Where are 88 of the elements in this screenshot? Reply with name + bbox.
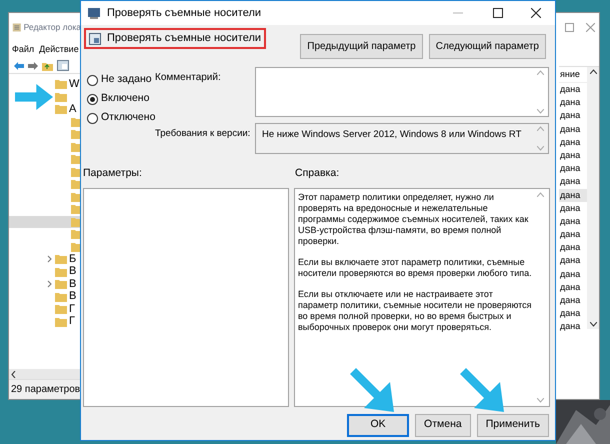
folder-icon [55, 316, 67, 327]
tree-item-label: A [69, 104, 76, 115]
scroll-left-icon[interactable] [11, 370, 16, 378]
folder-icon [55, 104, 67, 114]
pointer-arrow-drawing [15, 84, 53, 110]
folder-icon [55, 79, 67, 90]
tree-item-label: В [69, 291, 76, 302]
status-cell-text: дана [559, 202, 582, 215]
expand-chevron-icon[interactable] [46, 255, 52, 264]
status-cell-text: дана [559, 307, 582, 320]
status-cell-text: дана [559, 228, 582, 242]
status-cell-text: дана [559, 96, 582, 110]
comment-label: Комментарий: [155, 71, 222, 85]
tree-item-label: W [69, 78, 80, 90]
radio-label: Не задано [101, 72, 152, 88]
scroll-down-icon[interactable] [590, 322, 596, 327]
radio-label: Включено [101, 91, 150, 106]
forward-arrow-icon[interactable] [28, 62, 38, 70]
tree-item[interactable]: Г [9, 303, 81, 316]
tree-item-label: Г [69, 304, 75, 315]
folder-icon [55, 254, 67, 264]
radio-button[interactable] [87, 112, 98, 124]
dialog-button[interactable]: Отмена [415, 414, 471, 437]
folder-icon [55, 266, 67, 277]
status-cell-text: дана [559, 162, 582, 176]
policy-icon [87, 6, 101, 20]
dialog-button[interactable]: Применить [476, 414, 549, 437]
expand-chevron-icon[interactable] [46, 280, 52, 288]
help-paragraph: Если вы включаете этот параметр политики, съемные носители проверяются во время проверки любого типа. [298, 256, 533, 279]
tree-item[interactable]: В [9, 266, 81, 278]
tree-item[interactable]: В [9, 290, 81, 303]
pointer-arrow-drawing [350, 368, 394, 412]
radio-button[interactable] [87, 94, 98, 104]
folder-icon [55, 304, 67, 314]
parameters-label: Параметры: [83, 166, 143, 181]
back-arrow-icon[interactable] [14, 62, 24, 70]
tree-item-label: Б [69, 254, 76, 265]
policy-setting-icon [89, 32, 101, 44]
tree-item[interactable]: A [9, 103, 81, 116]
tree-item[interactable]: Г [9, 316, 81, 328]
status-cell-text: дана [559, 294, 582, 307]
tree-item-label: В [69, 266, 76, 278]
folder-icon [55, 292, 67, 302]
status-cell-text: дана [559, 148, 582, 162]
setting-title: Проверять съемные носители [107, 31, 262, 46]
tree-item-label: В [69, 278, 76, 290]
radio-label: Отключено [101, 110, 156, 126]
help-label: Справка: [295, 166, 340, 181]
tree-item[interactable]: W [9, 78, 81, 90]
menu-item[interactable]: Файл [12, 42, 34, 56]
status-cell-text: дана [559, 136, 582, 149]
status-text: 29 параметров [11, 383, 80, 397]
status-cell-text: дана [559, 320, 582, 334]
scroll-up-icon[interactable] [590, 69, 596, 74]
requirements-text: Не ниже Windows Server 2012, Windows 8 или Windows RT [262, 128, 522, 142]
close-icon[interactable] [531, 8, 541, 18]
menu-item[interactable]: Действие [39, 42, 79, 56]
status-cell-text: дана [559, 122, 582, 136]
up-folder-icon[interactable] [42, 60, 53, 70]
requirements-label: Требования к версии: [155, 127, 252, 141]
folder-icon [55, 92, 67, 102]
nav-button[interactable]: Следующий параметр [428, 34, 546, 59]
maximize-icon[interactable] [493, 8, 503, 18]
status-cell-text: дана [559, 280, 582, 294]
status-cell-text: дана [559, 268, 582, 281]
vertical-scrollbar[interactable] [587, 67, 599, 329]
tree-item[interactable] [9, 216, 81, 228]
radio-button[interactable] [87, 74, 98, 86]
status-cell-text: дана [559, 214, 582, 228]
panel-view-icon[interactable] [57, 60, 69, 71]
tree-item-label: Г [69, 316, 75, 328]
tree-item[interactable]: В [9, 278, 81, 290]
status-cell: дана [559, 188, 587, 202]
column-header[interactable]: яние [559, 68, 580, 82]
help-paragraph: Этот параметр политики определяет, нужно ли проверять на вредоносные и нежелательные программы содержимое съемных носителей, таких как USB-устройства флэш-памяти, во время полной проверки. [298, 192, 530, 247]
folder-icon [55, 279, 67, 290]
pointer-arrow-drawing [460, 368, 504, 412]
status-cell-text: дана [559, 254, 582, 268]
tree-item[interactable]: Б [9, 253, 81, 266]
status-cell-text: дана [559, 241, 582, 254]
dialog-button[interactable]: OK [347, 414, 410, 437]
status-cell-text: дана [559, 175, 582, 188]
app-icon [12, 22, 22, 32]
help-paragraph: Если вы отключаете или не настраиваете этот параметр политики, съемные носители не проверяются во время полной проверки, но во время быстрых и выборочных проверок они могут проверяться. [298, 288, 533, 333]
status-cell-text: дана [559, 109, 582, 122]
status-cell-text: дана [559, 83, 582, 96]
nav-button[interactable]: Предыдущий параметр [300, 34, 423, 59]
dialog-title: Проверять съемные носители [107, 6, 262, 21]
